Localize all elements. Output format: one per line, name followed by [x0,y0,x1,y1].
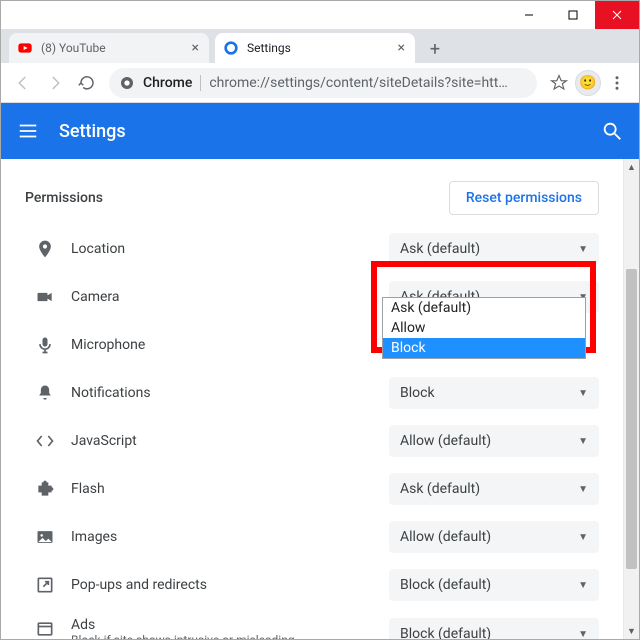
perm-sublabel: Block if site shows intrusive or mislead… [71,633,331,639]
perm-label: Flash [71,481,331,497]
tab-settings[interactable]: Settings × [215,33,415,63]
window-close-button[interactable] [595,1,639,29]
camera-icon [35,287,55,307]
omnibox-url: chrome://settings/content/siteDetails?si… [209,75,507,91]
ads-dropdown[interactable]: Block (default)▼ [389,618,599,639]
popup-icon [35,575,55,595]
perm-row-notifications: Notifications Block▼ [1,369,623,417]
profile-avatar[interactable]: 🙂 [575,70,601,96]
scroll-up-arrow-icon[interactable]: ▲ [624,159,639,175]
perm-label: Location [71,241,331,257]
browser-toolbar: Chrome chrome://settings/content/siteDet… [1,63,639,103]
dropdown-option[interactable]: Ask (default) [383,298,585,318]
perm-label: Images [71,529,331,545]
perm-row-ads: Ads Block if site shows intrusive or mis… [1,609,623,639]
perm-label: Notifications [71,385,331,401]
reset-permissions-button[interactable]: Reset permissions [449,181,599,215]
scroll-down-arrow-icon[interactable]: ▼ [624,623,639,639]
perm-row-popups: Pop-ups and redirects Block (default)▼ [1,561,623,609]
youtube-icon [17,40,33,56]
new-tab-button[interactable]: + [421,35,449,63]
window-minimize-button[interactable] [507,1,551,29]
dropdown-option-selected[interactable]: Block [383,338,585,358]
back-button[interactable] [7,67,39,99]
ads-window-icon [35,619,55,639]
dropdown-option[interactable]: Allow [383,318,585,338]
header-title: Settings [59,121,126,142]
header-search-icon[interactable] [601,120,623,142]
chevron-down-icon: ▼ [578,244,588,255]
chevron-down-icon: ▼ [578,484,588,495]
address-bar[interactable]: Chrome chrome://settings/content/siteDet… [109,68,537,98]
javascript-dropdown[interactable]: Allow (default)▼ [389,425,599,457]
chevron-down-icon: ▼ [578,532,588,543]
perm-row-flash: Flash Ask (default)▼ [1,465,623,513]
chevron-down-icon: ▼ [578,580,588,591]
omnibox-divider [200,75,201,91]
kebab-menu-icon[interactable] [601,67,633,99]
bell-icon [35,383,55,403]
perm-label: Microphone [71,337,331,353]
chrome-shield-icon [119,75,135,91]
puzzle-piece-icon [35,479,55,499]
permissions-section-label: Permissions [25,190,103,206]
images-dropdown[interactable]: Allow (default)▼ [389,521,599,553]
perm-row-images: Images Allow (default)▼ [1,513,623,561]
tab-strip: (8) YouTube × Settings × + [1,29,639,63]
forward-button[interactable] [39,67,71,99]
bookmark-star-icon[interactable] [543,67,575,99]
tab-close-icon[interactable]: × [190,41,201,55]
omnibox-chip: Chrome [143,75,192,91]
chevron-down-icon: ▼ [578,629,588,640]
image-icon [35,527,55,547]
tab-youtube[interactable]: (8) YouTube × [9,33,209,63]
tab-close-icon[interactable]: × [396,41,407,55]
location-dropdown[interactable]: Ask (default)▼ [389,233,599,265]
reload-button[interactable] [71,67,103,99]
perm-label: Ads Block if site shows intrusive or mis… [71,617,331,639]
window-titlebar [1,1,639,29]
perm-label: Camera [71,289,331,305]
tab-label: (8) YouTube [41,41,106,55]
camera-dropdown-menu[interactable]: Ask (default) Allow Block [382,297,586,359]
settings-content: Permissions Reset permissions Location A… [1,159,623,639]
flash-dropdown[interactable]: Ask (default)▼ [389,473,599,505]
perm-row-javascript: JavaScript Allow (default)▼ [1,417,623,465]
settings-gear-icon [223,40,239,56]
notifications-dropdown[interactable]: Block▼ [389,377,599,409]
perm-label: JavaScript [71,433,331,449]
location-pin-icon [35,239,55,259]
window-maximize-button[interactable] [551,1,595,29]
code-brackets-icon [35,431,55,451]
perm-row-location: Location Ask (default)▼ [1,225,623,273]
hamburger-menu-icon[interactable] [17,120,39,142]
chevron-down-icon: ▼ [578,436,588,447]
chevron-down-icon: ▼ [578,388,588,399]
tab-label: Settings [247,41,291,55]
permissions-header: Permissions Reset permissions [1,171,623,225]
perm-label: Pop-ups and redirects [71,577,331,593]
microphone-icon [35,335,55,355]
scrollbar-thumb[interactable] [626,269,637,569]
popups-dropdown[interactable]: Block (default)▼ [389,569,599,601]
vertical-scrollbar[interactable]: ▲ ▼ [623,159,639,639]
settings-header: Settings [1,103,639,159]
